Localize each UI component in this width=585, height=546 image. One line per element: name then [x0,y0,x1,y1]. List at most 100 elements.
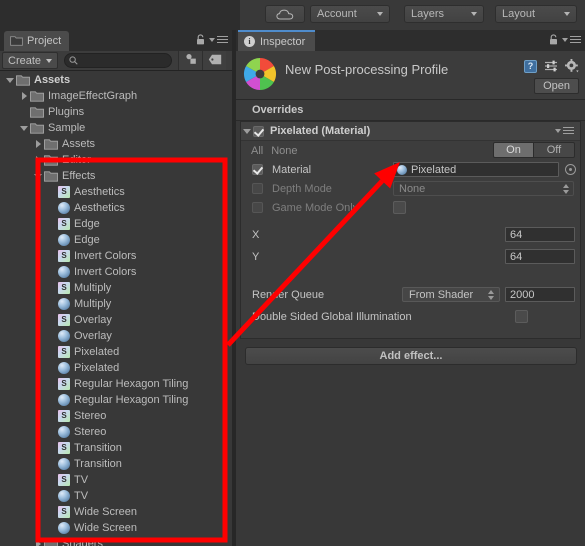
layers-dropdown[interactable]: Layers [404,5,484,23]
tree-item[interactable]: Regular Hexagon Tiling [0,392,232,408]
tree-item[interactable]: Assets [0,136,232,152]
layers-label: Layers [411,8,445,20]
tree-item[interactable]: ImageEffectGraph [0,88,232,104]
collapse-twisty-icon[interactable] [4,72,16,88]
toggle-on-button[interactable]: On [493,142,534,158]
page-title: New Post-processing Profile [285,62,449,77]
account-dropdown[interactable]: Account [310,5,390,23]
tree-item[interactable]: S Edge [0,216,232,232]
gear-icon[interactable] [565,59,579,73]
double-sided-gi-checkbox[interactable] [515,310,528,323]
x-input[interactable]: 64 [505,227,575,242]
tree-item-label: Stereo [74,426,107,438]
depth-mode-label: Depth Mode [272,182,332,195]
tab-inspector[interactable]: i Inspector [238,30,316,51]
tree-item[interactable]: S Overlay [0,312,232,328]
folder-icon [44,170,58,182]
cloud-button[interactable] [265,5,305,23]
tree-item-label: Invert Colors [74,266,137,278]
expand-twisty-icon[interactable] [241,123,253,139]
double-sided-gi-label: Double Sided Global Illumination [252,311,412,323]
tree-item[interactable]: S Stereo [0,408,232,424]
tree-item-label: Plugins [48,106,85,118]
tree-item[interactable]: Pixelated [0,360,232,376]
material-icon [58,362,70,374]
shader-icon: S [58,506,70,518]
material-object-field[interactable]: Pixelated [393,162,559,177]
tree-item[interactable]: Plugins [0,104,232,120]
render-queue-value-input[interactable]: 2000 [505,287,575,302]
open-button[interactable]: Open [534,78,579,94]
search-box[interactable] [64,53,173,68]
shader-icon: S [58,410,70,422]
material-icon [58,330,70,342]
depth-mode-dropdown[interactable]: None [393,181,574,196]
tree-item[interactable]: Wide Screen [0,520,232,536]
tree-item[interactable]: S Wide Screen [0,504,232,520]
tree-item[interactable]: S Multiply [0,280,232,296]
expand-twisty-icon[interactable] [32,536,44,546]
tab-project[interactable]: Project [4,31,70,51]
expand-twisty-icon[interactable] [32,136,44,152]
search-input[interactable] [81,55,167,66]
lock-icon[interactable] [549,34,558,45]
all-link[interactable]: All [251,145,263,157]
tree-item[interactable]: Invert Colors [0,264,232,280]
material-icon [58,522,70,534]
inspector-header: New Post-processing Profile ? Open [236,51,585,100]
hamburger-menu-icon[interactable] [555,127,574,134]
tree-item[interactable]: TV [0,488,232,504]
collapse-twisty-icon[interactable] [18,120,30,136]
expand-twisty-icon[interactable] [32,152,44,168]
tree-item[interactable]: Sample [0,120,232,136]
add-effect-button[interactable]: Add effect... [245,347,577,365]
game-mode-only-checkbox[interactable] [393,201,406,214]
y-input[interactable]: 64 [505,249,575,264]
hamburger-menu-icon[interactable] [562,36,581,43]
property-row-material: Material Pixelated [241,160,580,179]
tree-item[interactable]: Edge [0,232,232,248]
none-link[interactable]: None [271,145,297,157]
tree-item[interactable]: Assets [0,72,232,88]
project-asset-tree[interactable]: Assets ImageEffectGraph Plugins Sample Asset… [0,72,232,546]
preset-icon[interactable] [544,60,558,72]
tree-item[interactable]: S Transition [0,440,232,456]
render-queue-dropdown[interactable]: From Shader [402,287,500,302]
label-filter-button[interactable] [202,51,227,70]
collapse-twisty-icon[interactable] [32,168,44,184]
effect-header[interactable]: Pixelated (Material) [241,122,580,141]
hamburger-menu-icon[interactable] [209,36,228,43]
tree-item[interactable]: Multiply [0,296,232,312]
lock-icon[interactable] [196,34,205,45]
property-row-y: Y 64 [241,246,580,268]
tree-item[interactable]: S Regular Hexagon Tiling [0,376,232,392]
expand-twisty-icon[interactable] [18,88,30,104]
material-override-checkbox[interactable] [252,164,263,175]
favorites-filter-button[interactable] [178,51,203,70]
tree-item[interactable]: Editor [0,152,232,168]
layout-dropdown[interactable]: Layout [495,5,577,23]
tree-item[interactable]: Stereo [0,424,232,440]
add-effect-label: Add effect... [379,350,443,362]
tree-item[interactable]: Shaders [0,536,232,546]
tree-item[interactable]: Overlay [0,328,232,344]
tree-item[interactable]: S Invert Colors [0,248,232,264]
toggle-off-button[interactable]: Off [534,142,575,158]
help-book-icon[interactable]: ? [524,59,537,73]
depth-mode-override-checkbox[interactable] [252,183,263,194]
tree-item[interactable]: Effects [0,168,232,184]
effect-enabled-checkbox[interactable] [253,125,264,137]
tree-item[interactable]: Transition [0,456,232,472]
create-button[interactable]: Create [2,52,59,69]
game-mode-only-override-checkbox[interactable] [252,202,263,213]
tree-item[interactable]: S Aesthetics [0,184,232,200]
on-off-toggle[interactable]: On Off [493,142,575,158]
tree-item[interactable]: S Pixelated [0,344,232,360]
tree-item[interactable]: Aesthetics [0,200,232,216]
tree-item[interactable]: S TV [0,472,232,488]
object-picker-icon[interactable] [565,164,576,175]
